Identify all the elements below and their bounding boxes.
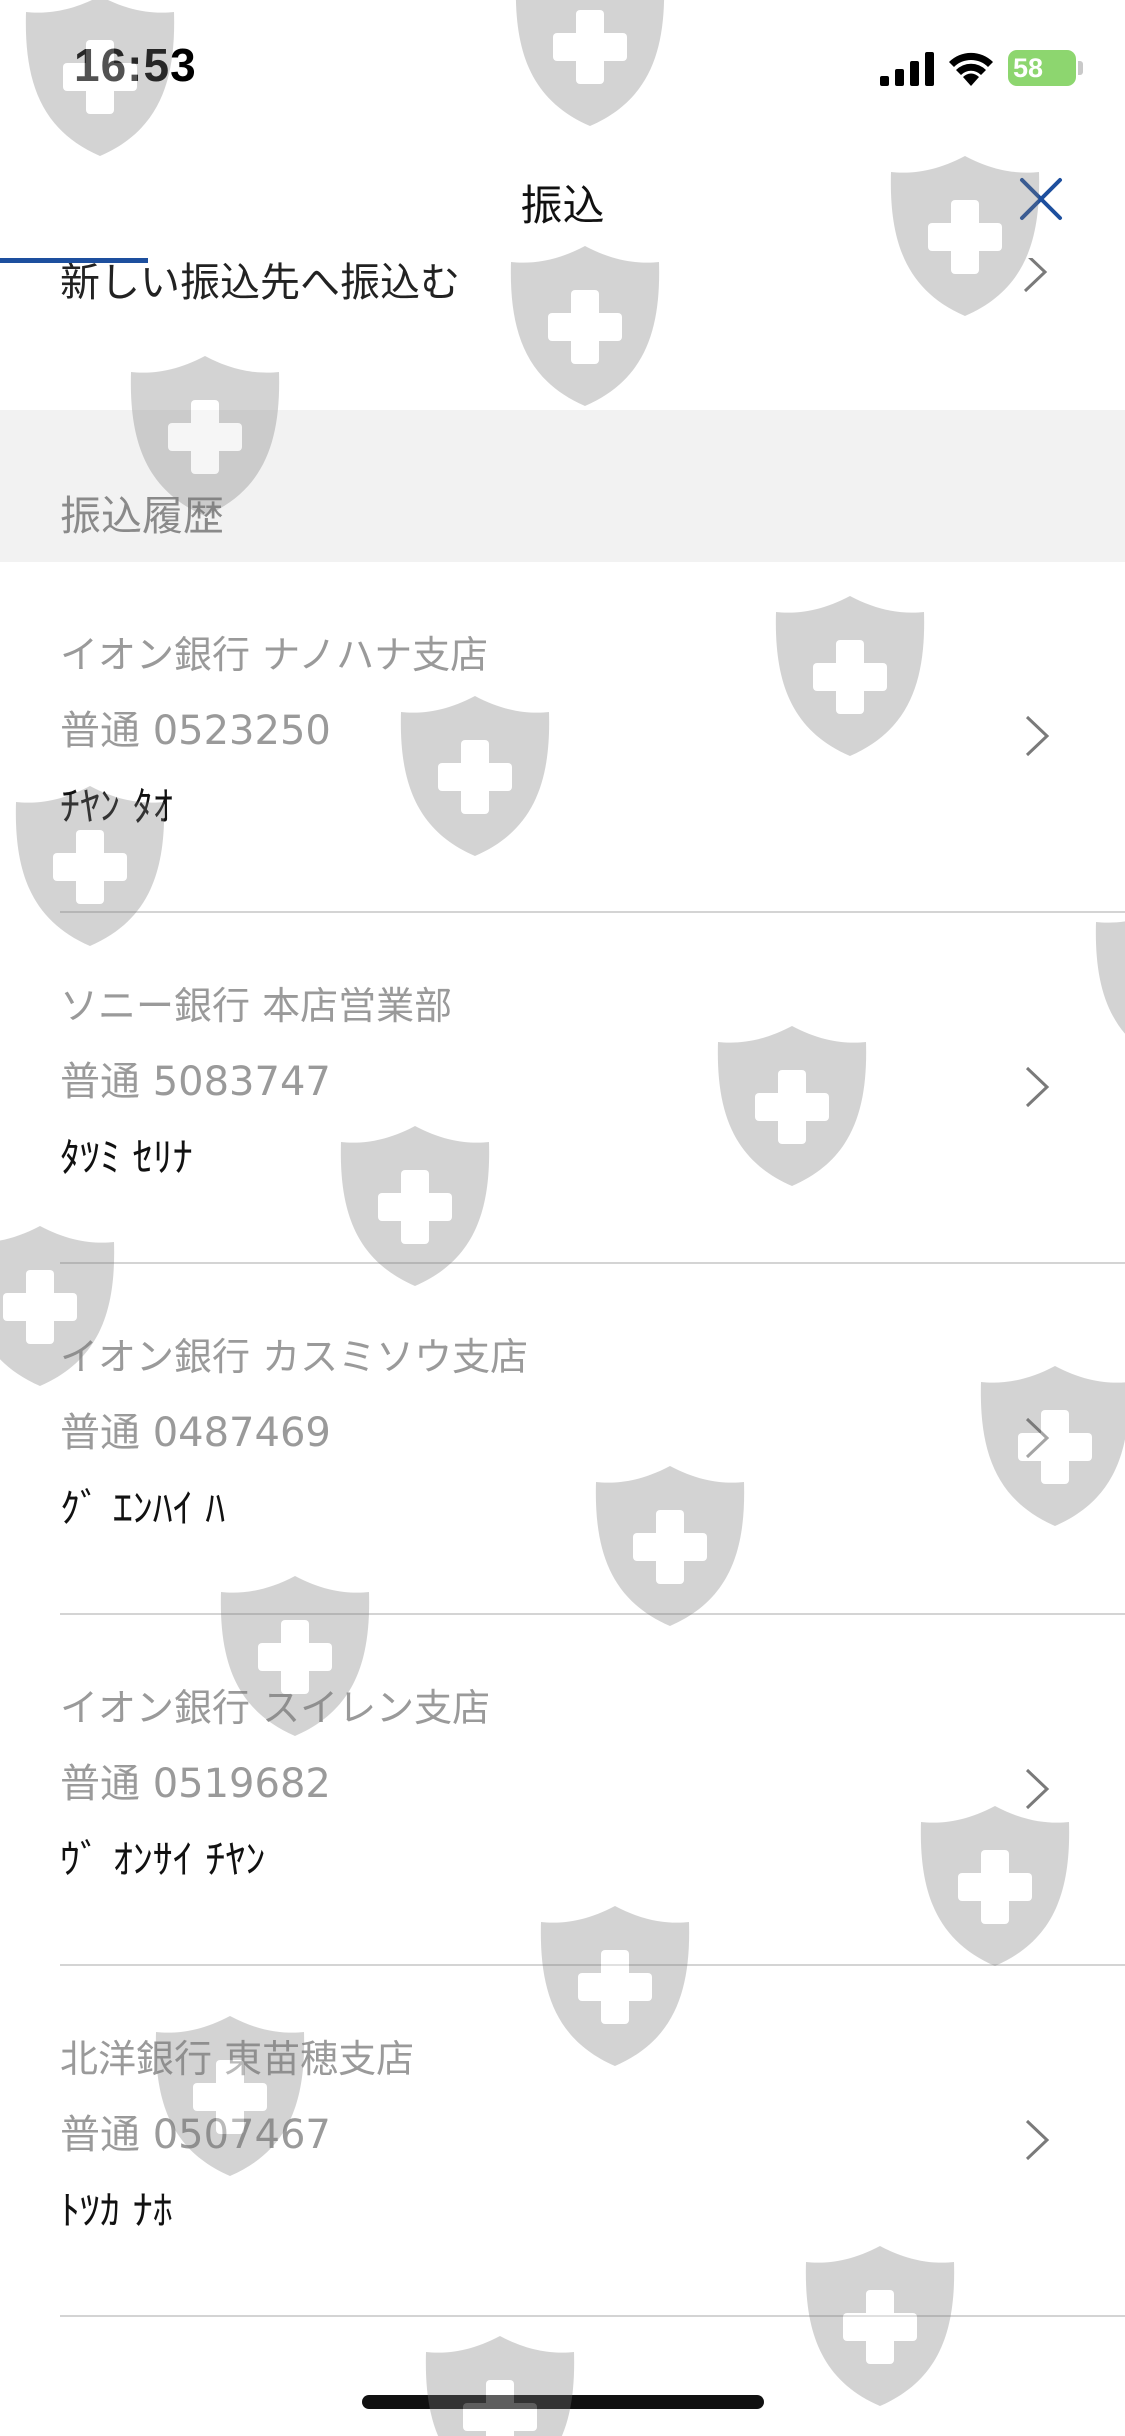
payee-name: ﾀﾂﾐ ｾﾘﾅ bbox=[60, 1135, 193, 1181]
history-row[interactable]: イオン銀行 ナノハナ支店 普通 0523250 ﾁﾔﾝ ﾀｵ bbox=[0, 562, 1125, 913]
bank-name: イオン銀行 スイレン支店 bbox=[60, 1686, 491, 1730]
chevron-right-icon bbox=[1025, 2119, 1050, 2161]
payee-name: ﾄﾂｶ ﾅﾎ bbox=[60, 2188, 173, 2234]
payee-name: ﾁﾔﾝ ﾀｵ bbox=[60, 784, 173, 830]
bank-name: イオン銀行 カスミソウ支店 bbox=[60, 1335, 529, 1379]
chevron-right-icon bbox=[1025, 1417, 1050, 1459]
chevron-right-icon bbox=[1025, 1768, 1050, 1810]
status-bar: 16:53 58 bbox=[0, 0, 1125, 132]
account-number: 普通 5083747 bbox=[60, 1059, 331, 1105]
account-number: 普通 0507467 bbox=[60, 2112, 331, 2158]
account-number: 普通 0487469 bbox=[60, 1410, 331, 1456]
close-button[interactable] bbox=[1010, 168, 1072, 230]
account-number: 普通 0519682 bbox=[60, 1761, 331, 1807]
chevron-right-icon bbox=[1025, 715, 1050, 757]
battery-icon: 58 bbox=[1008, 50, 1076, 86]
section-title: 振込履歴 bbox=[60, 492, 224, 540]
status-time: 16:53 bbox=[74, 39, 197, 91]
signal-icon bbox=[880, 52, 934, 86]
wifi-icon bbox=[949, 52, 993, 86]
history-row[interactable]: イオン銀行 カスミソウ支店 普通 0487469 ｸﾞ ｴﾝﾊｲ ﾊ bbox=[0, 1264, 1125, 1615]
bank-name: ソニー銀行 本店営業部 bbox=[60, 984, 453, 1028]
shield-plus-icon bbox=[425, 2336, 575, 2436]
account-number: 普通 0523250 bbox=[60, 708, 331, 754]
chevron-right-icon bbox=[1025, 1066, 1050, 1108]
transfer-history-header: 振込履歴 bbox=[0, 410, 1125, 562]
history-row[interactable]: 北洋銀行 東苗穂支店 普通 0507467 ﾄﾂｶ ﾅﾎ bbox=[0, 1966, 1125, 2317]
navigation-bar: 振込 bbox=[0, 132, 1125, 258]
transfer-history-list: イオン銀行 ナノハナ支店 普通 0523250 ﾁﾔﾝ ﾀｵ ソニー銀行 本店営… bbox=[0, 562, 1125, 2317]
bank-name: イオン銀行 ナノハナ支店 bbox=[60, 633, 489, 677]
payee-name: ｳﾞ ｵﾝｻｲ ﾁﾔﾝ bbox=[60, 1837, 266, 1883]
transfer-screen: 16:53 58 新しい振込先へ振込む 振込 振込履歴 イオン銀行 ナノハナ支店… bbox=[0, 0, 1125, 2436]
payee-name: ｸﾞ ｴﾝﾊｲ ﾊ bbox=[60, 1486, 226, 1532]
history-row[interactable]: ソニー銀行 本店営業部 普通 5083747 ﾀﾂﾐ ｾﾘﾅ bbox=[0, 913, 1125, 1264]
bank-name: 北洋銀行 東苗穂支店 bbox=[60, 2037, 415, 2081]
history-row[interactable]: イオン銀行 スイレン支店 普通 0519682 ｳﾞ ｵﾝｻｲ ﾁﾔﾝ bbox=[0, 1615, 1125, 1966]
battery-cap bbox=[1078, 61, 1083, 75]
home-indicator bbox=[362, 2395, 764, 2409]
tab-indicator bbox=[0, 258, 148, 263]
row-divider bbox=[60, 2315, 1125, 2317]
page-title: 振込 bbox=[520, 181, 605, 230]
